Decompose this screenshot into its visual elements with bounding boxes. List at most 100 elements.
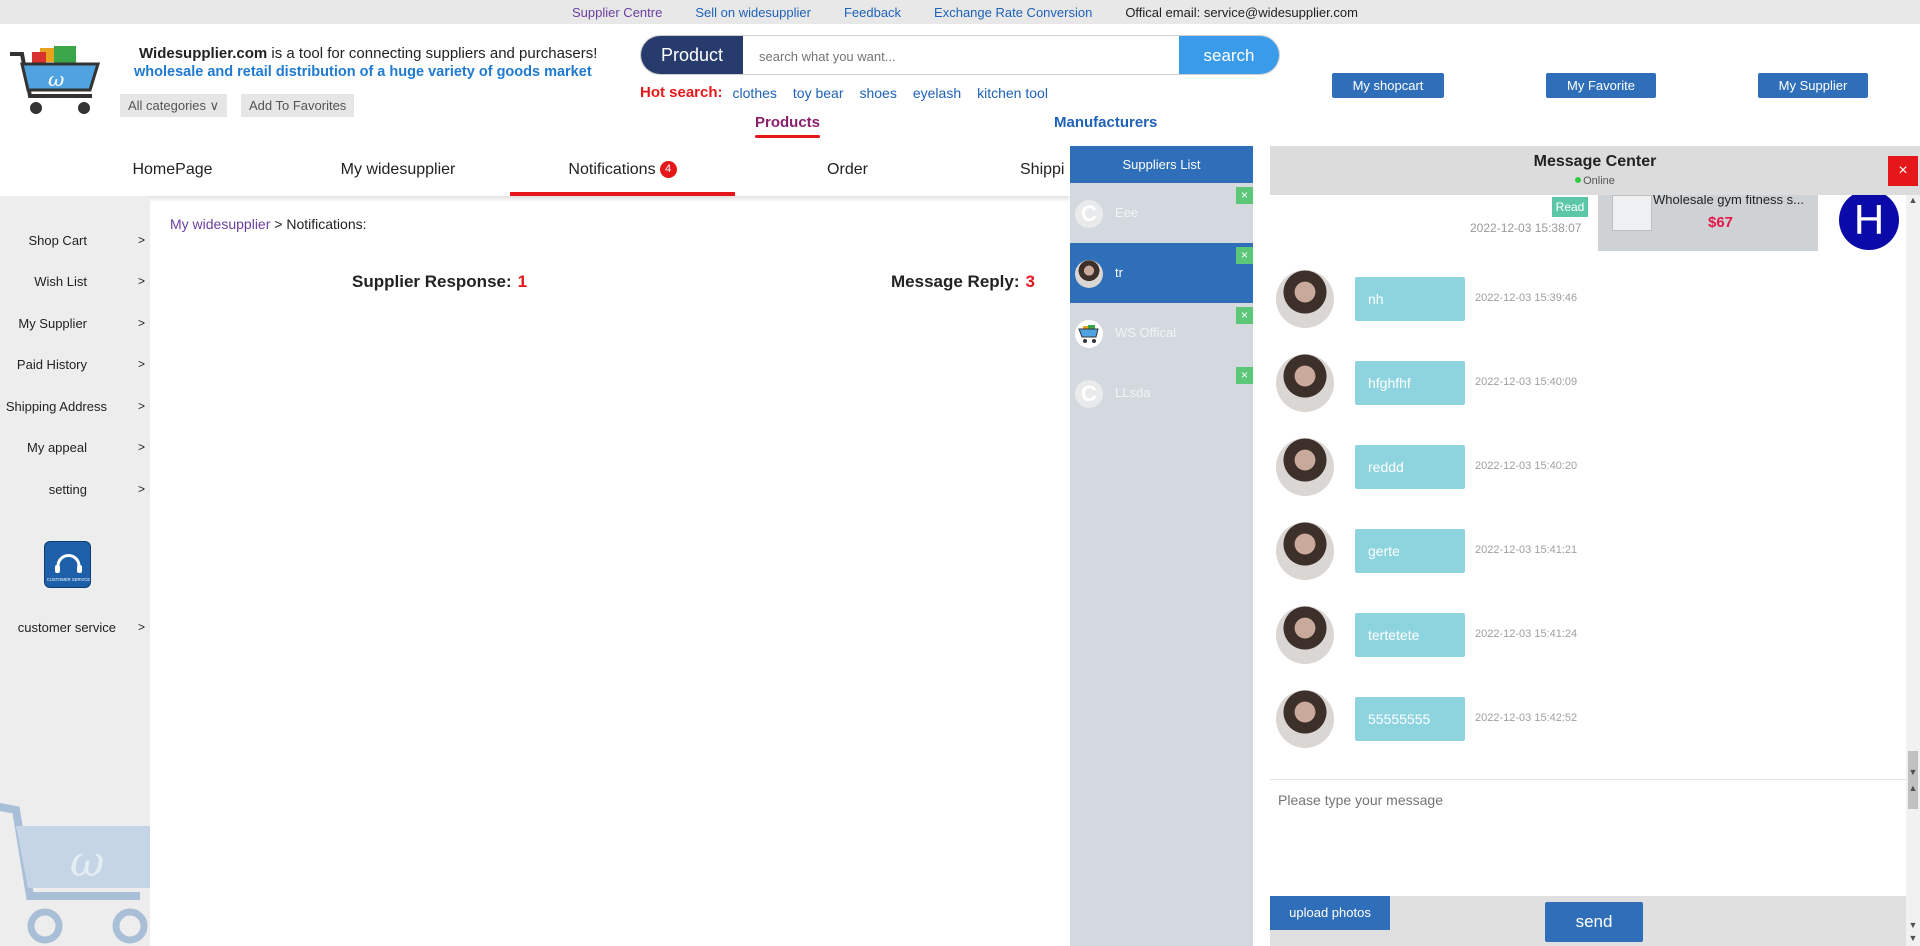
my-supplier-button[interactable]: My Supplier (1758, 73, 1868, 98)
logo-cart-icon[interactable]: ω (8, 44, 108, 124)
tab-products[interactable]: Products (755, 114, 821, 138)
chat-message: nh 2022-12-03 15:39:46 (1270, 270, 1910, 334)
sidebar-item-shop-cart[interactable]: Shop Cart > (0, 227, 150, 257)
supplier-response-stat[interactable]: Supplier Response: 1 (352, 272, 527, 292)
suppliers-list-title: Suppliers List (1070, 146, 1253, 183)
self-avatar: H (1839, 195, 1899, 250)
send-button[interactable]: send (1545, 902, 1643, 942)
contact-name: tr (1115, 265, 1123, 280)
upload-photos-button[interactable]: upload photos (1270, 896, 1390, 930)
hot-term-kitchen-tool[interactable]: kitchen tool (977, 85, 1048, 101)
contact-item[interactable]: WS Offical × (1070, 303, 1253, 363)
sidebar-item-shipping-address[interactable]: Shipping Address > (0, 393, 150, 423)
nav-notifications-label: Notifications (568, 161, 656, 178)
sell-link[interactable]: Sell on widesupplier (695, 5, 811, 20)
hot-term-toy-bear[interactable]: toy bear (793, 85, 844, 101)
supplier-centre-link[interactable]: Supplier Centre (572, 5, 662, 20)
chevron-right-icon: > (137, 440, 145, 454)
message-timestamp: 2022-12-03 15:41:24 (1475, 628, 1578, 640)
contact-item[interactable]: C Eee × (1070, 183, 1253, 243)
message-timestamp: 2022-12-03 15:41:21 (1475, 544, 1578, 556)
supplier-response-count: 1 (517, 272, 528, 291)
sidebar: Shop Cart > Wish List > My Supplier > Paid … (0, 196, 150, 946)
customer-service-icon-text: CUSTOMER SERVICE (47, 577, 91, 582)
sidebar-item-my-appeal[interactable]: My appeal > (0, 434, 150, 464)
contact-item[interactable]: C LLsda × (1070, 363, 1253, 423)
contact-name: Eee (1115, 205, 1139, 220)
scrollbar-thumb[interactable] (1908, 751, 1918, 809)
all-categories-dropdown[interactable]: All categories ∨ (120, 94, 228, 117)
top-bar: Supplier Centre Sell on widesupplier Fee… (0, 0, 1920, 24)
contact-avatar: C (1075, 380, 1103, 408)
scroll-down-icon[interactable]: ▼ (1906, 920, 1920, 932)
chevron-right-icon: > (137, 482, 145, 496)
sidebar-item-my-supplier[interactable]: My Supplier > (0, 310, 150, 340)
sidebar-item-paid-history[interactable]: Paid History > (0, 351, 150, 381)
remove-contact-icon[interactable]: × (1236, 307, 1253, 324)
customer-service-icon[interactable]: CUSTOMER SERVICE (44, 541, 91, 588)
chevron-right-icon: > (137, 274, 145, 288)
suppliers-list-panel: Suppliers List C Eee × tr × WS Offical ×… (1070, 146, 1253, 946)
scroll-up-icon[interactable]: ▲ (1906, 783, 1920, 795)
nav-homepage[interactable]: HomePage (110, 150, 235, 196)
message-timestamp: 2022-12-03 15:39:46 (1475, 292, 1578, 304)
compose-toolbar: upload photos send (1270, 896, 1906, 946)
message-timestamp: 2022-12-03 15:40:09 (1475, 376, 1578, 388)
message-bubble: nh (1355, 277, 1465, 321)
nav-notifications[interactable]: Notifications 4 (510, 150, 735, 196)
feedback-link[interactable]: Feedback (844, 5, 901, 20)
hot-term-clothes[interactable]: clothes (733, 85, 777, 101)
chevron-right-icon: > (137, 316, 145, 330)
sidebar-item-wish-list[interactable]: Wish List > (0, 268, 150, 298)
sidebar-item-customer-service[interactable]: customer service > (0, 614, 150, 644)
remove-contact-icon[interactable]: × (1236, 367, 1253, 384)
message-bubble: hfghfhf (1355, 361, 1465, 405)
exchange-rate-link[interactable]: Exchange Rate Conversion (934, 5, 1092, 20)
contact-item-selected[interactable]: tr × (1070, 243, 1253, 303)
hot-term-eyelash[interactable]: eyelash (913, 85, 961, 101)
cart-watermark-icon: ω (0, 803, 150, 944)
message-reply-stat[interactable]: Message Reply: 3 (891, 272, 1035, 292)
search-category-select[interactable]: Product (641, 36, 743, 74)
my-shopcart-button[interactable]: My shopcart (1332, 73, 1444, 98)
message-list[interactable]: Read 2022-12-03 15:38:07 Wholesale gym f… (1270, 195, 1920, 779)
hot-term-shoes[interactable]: shoes (859, 85, 896, 101)
online-status: Online (1270, 175, 1920, 187)
contact-avatar-cart-logo-icon (1075, 320, 1103, 348)
search-input[interactable] (759, 44, 1159, 68)
scroll-up-icon[interactable]: ▲ (1906, 195, 1920, 207)
close-chat-button[interactable]: × (1888, 156, 1918, 186)
product-thumbnail (1612, 195, 1652, 231)
remove-contact-icon[interactable]: × (1236, 247, 1253, 264)
message-input[interactable] (1270, 780, 1906, 895)
svg-text:ω: ω (48, 67, 64, 91)
breadcrumb-current: Notifications: (286, 216, 367, 232)
chat-message: hfghfhf 2022-12-03 15:40:09 (1270, 354, 1910, 418)
sender-avatar (1276, 354, 1334, 412)
remove-contact-icon[interactable]: × (1236, 187, 1253, 204)
nav-order[interactable]: Order (800, 150, 895, 196)
add-to-favorites-button[interactable]: Add To Favorites (241, 94, 355, 117)
breadcrumb-my-widesupplier[interactable]: My widesupplier (170, 216, 270, 232)
message-center-header: Message Center Online × (1270, 146, 1920, 195)
scroll-down-icon[interactable]: ▼ (1906, 933, 1920, 945)
search-button[interactable]: search (1179, 36, 1279, 74)
chevron-right-icon: > (137, 620, 145, 634)
chat-message: tertetete 2022-12-03 15:41:24 (1270, 606, 1910, 670)
product-title: Wholesale gym fitness s... (1653, 195, 1804, 207)
sidebar-item-setting[interactable]: setting > (0, 476, 150, 506)
tab-manufacturers[interactable]: Manufacturers (1054, 114, 1157, 131)
official-email: Offical email: service@widesupplier.com (1125, 5, 1358, 20)
my-favorite-button[interactable]: My Favorite (1546, 73, 1656, 98)
nav-my-widesupplier[interactable]: My widesupplier (328, 150, 468, 196)
online-dot-icon (1575, 177, 1582, 183)
message-timestamp: 2022-12-03 15:42:52 (1475, 712, 1578, 724)
scroll-down-icon[interactable]: ▼ (1906, 767, 1920, 779)
product-card[interactable]: Wholesale gym fitness s... $67 (1598, 195, 1818, 251)
sender-avatar (1276, 270, 1334, 328)
sender-avatar (1276, 690, 1334, 748)
chevron-right-icon: > (137, 357, 145, 371)
message-bubble: reddd (1355, 445, 1465, 489)
contact-avatar-photo (1075, 260, 1103, 288)
chat-scrollbar[interactable]: ▲ ▼ ▲ ▼ ▼ (1906, 195, 1920, 946)
